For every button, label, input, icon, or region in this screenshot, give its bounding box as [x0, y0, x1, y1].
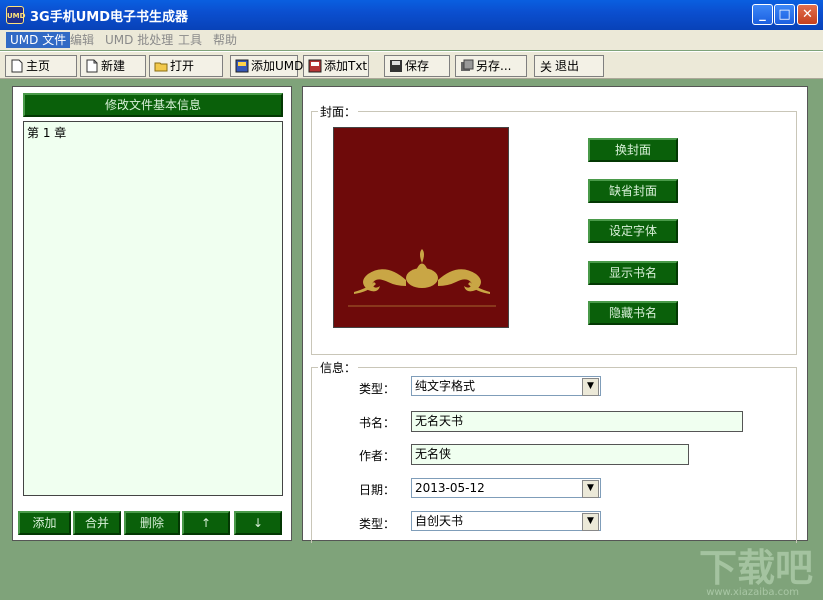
- save-disk-icon: [389, 59, 403, 73]
- close-button[interactable]: ✕: [797, 4, 818, 25]
- window-title: 3G手机UMD电子书生成器: [30, 10, 188, 25]
- menu-umd-batch[interactable]: UMD 批处理: [101, 32, 177, 48]
- add-chapter-button[interactable]: 添加: [18, 511, 71, 535]
- save-as-icon: [460, 59, 474, 73]
- watermark-logo: 下载吧: [698, 545, 813, 590]
- chapter-panel: 修改文件基本信息 第 1 章 添加 合并 删除 ↑ ↓: [12, 86, 292, 541]
- chevron-down-icon[interactable]: ▼: [582, 480, 599, 498]
- move-up-button[interactable]: ↑: [182, 511, 230, 535]
- app-icon: UMD: [6, 6, 25, 24]
- type-select[interactable]: 纯文字格式 ▼: [411, 376, 601, 396]
- move-down-button[interactable]: ↓: [234, 511, 282, 535]
- menu-edit[interactable]: 编辑: [66, 32, 98, 48]
- exit-button-label: 退出: [555, 59, 580, 73]
- menu-bar: UMD 文件 编辑 UMD 批处理 工具 帮助: [0, 30, 823, 50]
- book-name-label: 书名：: [359, 416, 396, 430]
- type-select-value: 纯文字格式: [415, 379, 476, 393]
- author-label: 作者：: [359, 449, 396, 463]
- add-umd-button-label: 添加UMD: [251, 59, 304, 73]
- book-info-panel: 封面： 换封面 缺省封面 设定字体 显示书名 隐藏书名 信息： 类型： 纯文字格…: [302, 86, 808, 543]
- category-select[interactable]: 自创天书 ▼: [411, 511, 601, 531]
- hide-title-button[interactable]: 隐藏书名: [588, 301, 678, 325]
- exit-icon: 关: [539, 59, 553, 74]
- date-label: 日期：: [359, 483, 396, 497]
- add-umd-button[interactable]: 添加UMD: [230, 55, 303, 77]
- add-txt-icon: [308, 59, 322, 73]
- chevron-down-icon[interactable]: ▼: [582, 513, 599, 531]
- menu-help[interactable]: 帮助: [209, 32, 241, 48]
- info-legend: 信息：: [320, 361, 357, 375]
- edit-file-info-button[interactable]: 修改文件基本信息: [23, 93, 283, 117]
- new-button[interactable]: 新建: [80, 55, 146, 77]
- set-font-button[interactable]: 设定字体: [588, 219, 678, 243]
- save-as-button[interactable]: 另存...: [455, 55, 527, 77]
- new-file-icon: [85, 59, 99, 73]
- list-item[interactable]: 第 1 章: [27, 124, 279, 141]
- chapter-list[interactable]: 第 1 章: [23, 121, 283, 496]
- minimize-button[interactable]: _: [752, 4, 773, 25]
- save-button[interactable]: 保存: [384, 55, 450, 77]
- category-label: 类型：: [359, 517, 396, 531]
- menu-tools[interactable]: 工具: [174, 32, 206, 48]
- add-umd-icon: [235, 59, 249, 73]
- book-name-input[interactable]: 无名天书: [411, 411, 743, 432]
- maximize-button[interactable]: □: [774, 4, 795, 25]
- cover-ornament: [348, 249, 496, 307]
- home-button[interactable]: 主页: [5, 55, 77, 77]
- menu-umd-file[interactable]: UMD 文件: [6, 32, 71, 48]
- change-cover-button[interactable]: 换封面: [588, 138, 678, 162]
- svg-text:关: 关: [540, 60, 552, 73]
- chevron-down-icon[interactable]: ▼: [582, 378, 599, 396]
- add-txt-button-label: 添加Txt: [324, 59, 368, 73]
- date-picker[interactable]: 2013-05-12 ▼: [411, 478, 601, 498]
- save-button-label: 保存: [405, 59, 430, 73]
- new-button-label: 新建: [101, 59, 126, 73]
- default-cover-button[interactable]: 缺省封面: [588, 179, 678, 203]
- save-as-button-label: 另存...: [476, 59, 512, 73]
- exit-button[interactable]: 关退出: [534, 55, 604, 77]
- page-icon: [10, 59, 24, 73]
- cover-legend: 封面：: [320, 105, 357, 119]
- open-button[interactable]: 打开: [149, 55, 223, 77]
- add-txt-button[interactable]: 添加Txt: [303, 55, 369, 77]
- cover-image: [333, 127, 509, 328]
- show-title-button[interactable]: 显示书名: [588, 261, 678, 285]
- author-input[interactable]: 无名侠: [411, 444, 689, 465]
- delete-chapter-button[interactable]: 删除: [124, 511, 180, 535]
- open-button-label: 打开: [170, 59, 195, 73]
- open-folder-icon: [154, 59, 168, 73]
- type-label: 类型：: [359, 382, 396, 396]
- toolbar: 主页 新建 打开 添加UMD 添加Txt 保存 另存... 关退出: [0, 51, 823, 79]
- title-bar: UMD 3G手机UMD电子书生成器 _ □ ✕: [0, 0, 823, 30]
- home-button-label: 主页: [26, 59, 51, 73]
- merge-chapter-button[interactable]: 合并: [73, 511, 121, 535]
- date-picker-value: 2013-05-12: [415, 481, 485, 495]
- category-select-value: 自创天书: [415, 514, 464, 528]
- watermark-url: www.xiazaiba.com: [706, 587, 799, 598]
